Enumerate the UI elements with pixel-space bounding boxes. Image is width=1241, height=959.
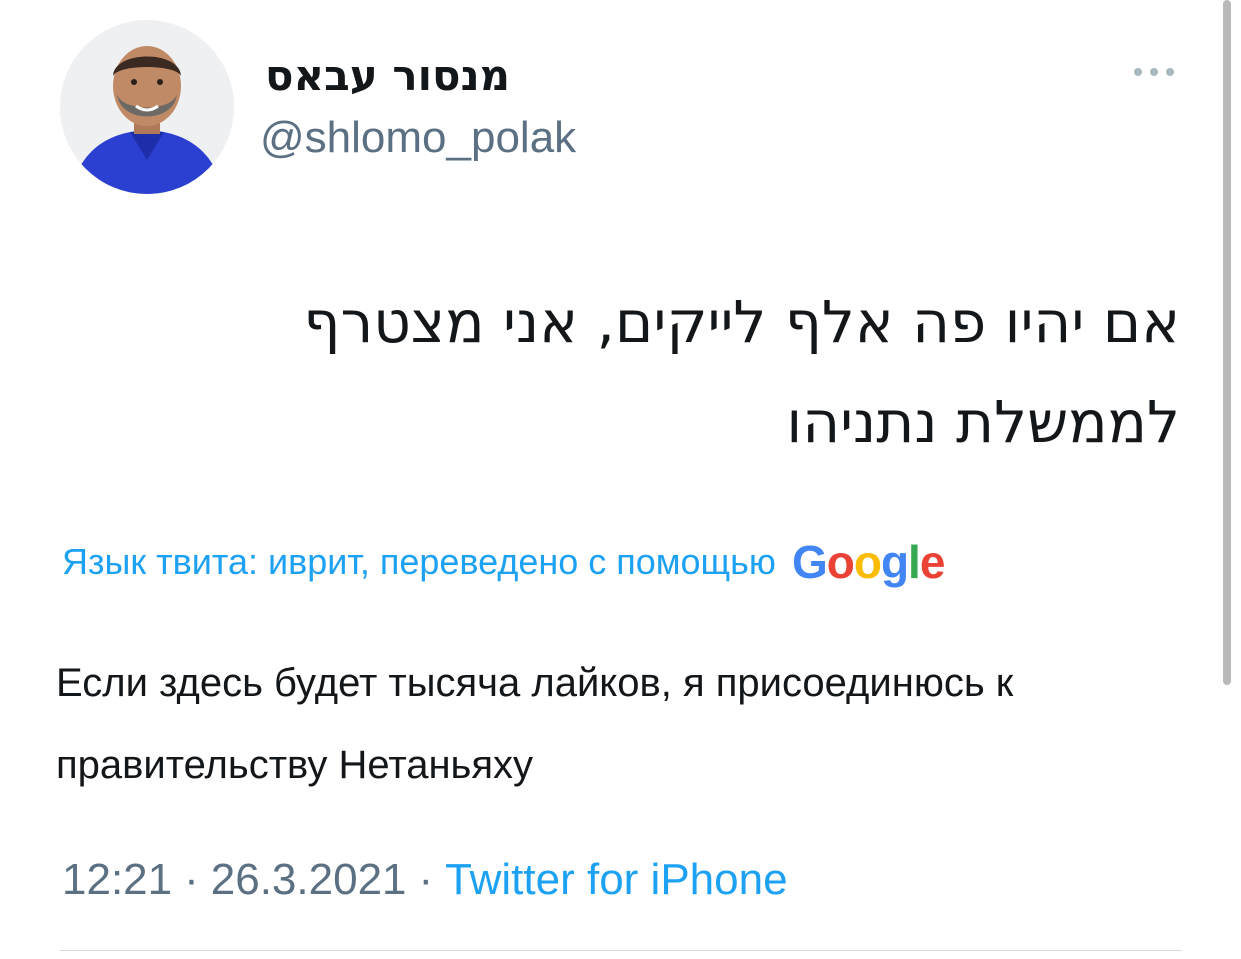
display-name[interactable]: מנסור עבאס [258,52,510,100]
avatar[interactable] [60,20,234,194]
divider [60,950,1182,951]
tweet-meta: 12:21 · 26.3.2021 · Twitter for iPhone [62,852,788,908]
tweet-text: אם יהיו פה אלף לייקים, אני מצטרף לממשלת … [303,288,1180,456]
translation-label[interactable]: Язык твита: иврит, переведено с помощью [62,536,776,588]
google-logo: Google [791,536,945,588]
avatar-photo-icon [60,20,234,194]
tweet-time[interactable]: 12:21 [62,852,172,908]
meta-separator: · [184,855,199,904]
scrollbar[interactable] [1223,0,1231,685]
translation-attribution[interactable]: Язык твита: иврит, переведено с помощью … [62,536,945,588]
more-options-icon[interactable] [1130,60,1178,84]
tweet-date[interactable]: 26.3.2021 [211,852,407,908]
meta-separator: · [418,855,434,904]
tweet-source-link[interactable]: Twitter for iPhone [445,852,787,908]
tweet-detail: מנסור עבאס @shlomo_polak אם יהיו פה אלף … [0,0,1241,959]
translated-text: Если здесь будет тысяча лайков, я присое… [56,661,1014,787]
user-handle[interactable]: @shlomo_polak [260,112,576,164]
